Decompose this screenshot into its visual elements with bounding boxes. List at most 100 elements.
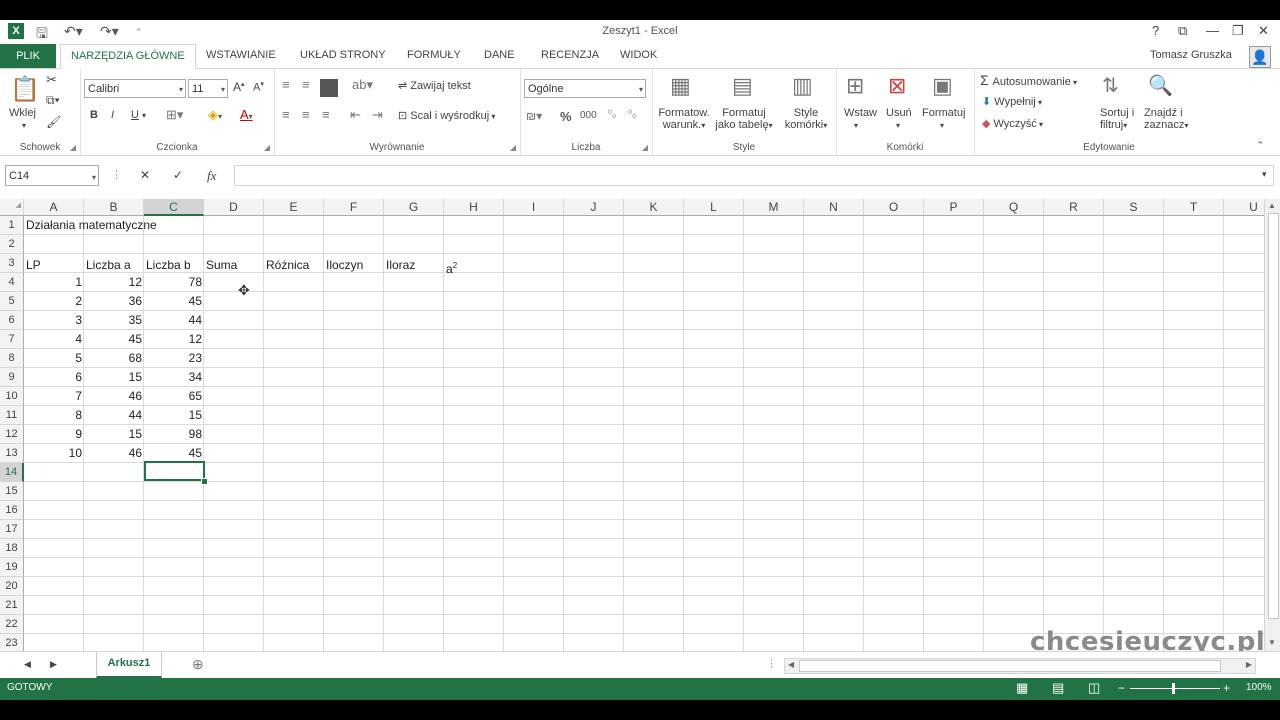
column-header-c[interactable]: C — [144, 199, 204, 216]
delete-cells-icon[interactable]: ⊠ — [888, 73, 906, 99]
font-color-icon[interactable]: A▾ — [240, 107, 253, 122]
data-cell-b[interactable]: 78 — [144, 273, 202, 292]
zoom-slider-thumb[interactable] — [1172, 683, 1175, 694]
font-name-select[interactable]: Calibri ▾ — [84, 79, 186, 98]
data-cell-lp[interactable]: 5 — [24, 349, 82, 368]
delete-cells-button[interactable]: Usuń ▾ — [886, 107, 912, 131]
data-cell-a[interactable]: 46 — [84, 387, 142, 406]
conditional-format-icon[interactable]: ▦ — [670, 73, 691, 99]
cancel-icon[interactable]: ✕ — [140, 168, 150, 182]
find-select-button[interactable]: Znajdź i zaznacz▾ — [1144, 107, 1188, 131]
new-sheet-icon[interactable]: ⊕ — [192, 656, 204, 673]
row-header-5[interactable]: 5 — [0, 292, 24, 311]
data-cell-a[interactable]: 44 — [84, 406, 142, 425]
row-header-17[interactable]: 17 — [0, 520, 24, 539]
row-header-12[interactable]: 12 — [0, 425, 24, 444]
find-select-icon[interactable]: 🔍 — [1148, 73, 1173, 98]
format-as-table-icon[interactable]: ▤ — [732, 73, 753, 99]
zoom-out-icon[interactable]: − — [1118, 681, 1125, 695]
formula-input[interactable] — [234, 165, 1274, 186]
row-header-7[interactable]: 7 — [0, 330, 24, 349]
enter-icon[interactable]: ✓ — [173, 168, 183, 182]
orientation-icon[interactable]: ab▾ — [352, 77, 373, 93]
normal-view-icon[interactable]: ▦ — [1016, 680, 1028, 696]
cell-styles-button[interactable]: Style komórki▾ — [778, 107, 834, 131]
column-header-p[interactable]: P — [924, 199, 984, 216]
row-header-21[interactable]: 21 — [0, 596, 24, 615]
data-cell-b[interactable]: 15 — [144, 406, 202, 425]
data-cell-a[interactable]: 36 — [84, 292, 142, 311]
row-header-2[interactable]: 2 — [0, 235, 24, 254]
align-bottom-icon[interactable] — [320, 79, 338, 97]
wrap-text-button[interactable]: ⇌ Zawijaj tekst — [398, 79, 471, 92]
close-button[interactable]: ✕ — [1258, 23, 1269, 39]
row-header-13[interactable]: 13 — [0, 444, 24, 463]
fill-color-icon[interactable]: ◈▾ — [208, 107, 222, 123]
minimize-button[interactable]: — — [1206, 23, 1219, 38]
column-header-d[interactable]: D — [204, 199, 264, 216]
name-box[interactable]: C14 ▾ — [5, 165, 99, 186]
data-cell-lp[interactable]: 2 — [24, 292, 82, 311]
row-header-3[interactable]: 3 — [0, 254, 24, 273]
tab-formulas[interactable]: FORMUŁY — [407, 49, 461, 61]
data-cell-b[interactable]: 65 — [144, 387, 202, 406]
decrease-decimal-icon[interactable]: ⁰₀ — [628, 109, 636, 120]
row-header-8[interactable]: 8 — [0, 349, 24, 368]
cut-icon[interactable]: ✂ — [46, 72, 57, 88]
copy-icon[interactable]: ⧉▾ — [46, 93, 60, 108]
insert-cells-button[interactable]: Wstaw ▾ — [844, 107, 877, 131]
column-header-a[interactable]: A — [24, 199, 84, 216]
data-cell-lp[interactable]: 6 — [24, 368, 82, 387]
vertical-scroll-thumb[interactable] — [1268, 213, 1279, 619]
accounting-icon[interactable]: ₪▾ — [526, 109, 542, 123]
restore-button[interactable]: ❐ — [1232, 23, 1244, 39]
data-cell-lp[interactable]: 4 — [24, 330, 82, 349]
sort-filter-icon[interactable]: ⇅ — [1102, 73, 1119, 98]
insert-cells-icon[interactable]: ⊞ — [846, 73, 864, 99]
row-header-18[interactable]: 18 — [0, 539, 24, 558]
zoom-slider[interactable] — [1130, 688, 1220, 689]
next-sheet-icon[interactable]: ▶ — [50, 659, 57, 670]
column-header-j[interactable]: J — [564, 199, 624, 216]
data-cell-a[interactable]: 46 — [84, 444, 142, 463]
sheet-tab-arkusz1[interactable]: Arkusz1 — [96, 652, 162, 679]
autosum-button[interactable]: Σ Autosumowanie ▾ — [980, 72, 1077, 88]
column-header-k[interactable]: K — [624, 199, 684, 216]
zoom-level[interactable]: 100% — [1246, 682, 1272, 693]
cell-title[interactable]: Działania matematyczne — [26, 216, 157, 235]
row-header-11[interactable]: 11 — [0, 406, 24, 425]
tab-split-divider[interactable]: ⋮ — [766, 657, 777, 670]
column-header-l[interactable]: L — [684, 199, 744, 216]
scroll-up-icon[interactable]: ▲ — [1268, 201, 1276, 210]
data-cell-b[interactable]: 44 — [144, 311, 202, 330]
fill-button[interactable]: ⬇ Wypełnij ▾ — [982, 95, 1042, 108]
header-iloczyn[interactable]: Iloczyn — [326, 256, 363, 275]
row-header-19[interactable]: 19 — [0, 558, 24, 577]
clear-button[interactable]: ◆ Wyczyść ▾ — [982, 117, 1043, 130]
row-header-23[interactable]: 23 — [0, 634, 24, 651]
merge-center-button[interactable]: ⊡ Scal i wyśrodkuj ▾ — [398, 109, 495, 122]
data-cell-b[interactable]: 23 — [144, 349, 202, 368]
column-header-g[interactable]: G — [384, 199, 444, 216]
increase-indent-icon[interactable]: ⇥ — [372, 107, 383, 123]
data-cell-lp[interactable]: 9 — [24, 425, 82, 444]
format-as-table-button[interactable]: Formatuj jako tabelę▾ — [714, 107, 774, 131]
font-size-select[interactable]: 11 ▾ — [188, 79, 228, 98]
page-break-view-icon[interactable]: ◫ — [1088, 680, 1100, 696]
ribbon-display-icon[interactable]: ⧉ — [1178, 23, 1187, 39]
data-cell-lp[interactable]: 3 — [24, 311, 82, 330]
column-header-q[interactable]: Q — [984, 199, 1044, 216]
cell-styles-icon[interactable]: ▥ — [792, 73, 813, 99]
tab-review[interactable]: RECENZJA — [541, 49, 599, 61]
data-cell-lp[interactable]: 10 — [24, 444, 82, 463]
align-left-icon[interactable]: ≡ — [282, 107, 290, 122]
conditional-format-button[interactable]: Formatow. warunk.▾ — [656, 107, 712, 131]
data-cell-lp[interactable]: 7 — [24, 387, 82, 406]
scroll-right-icon[interactable]: ▶ — [1246, 660, 1252, 669]
row-header-10[interactable]: 10 — [0, 387, 24, 406]
header-roznica[interactable]: Różnica — [266, 256, 309, 275]
tab-data[interactable]: DANE — [484, 49, 515, 61]
number-launcher-icon[interactable]: ◢ — [642, 143, 648, 152]
format-painter-icon[interactable]: 🖌 — [46, 115, 61, 129]
page-layout-view-icon[interactable]: ▤ — [1052, 680, 1064, 696]
